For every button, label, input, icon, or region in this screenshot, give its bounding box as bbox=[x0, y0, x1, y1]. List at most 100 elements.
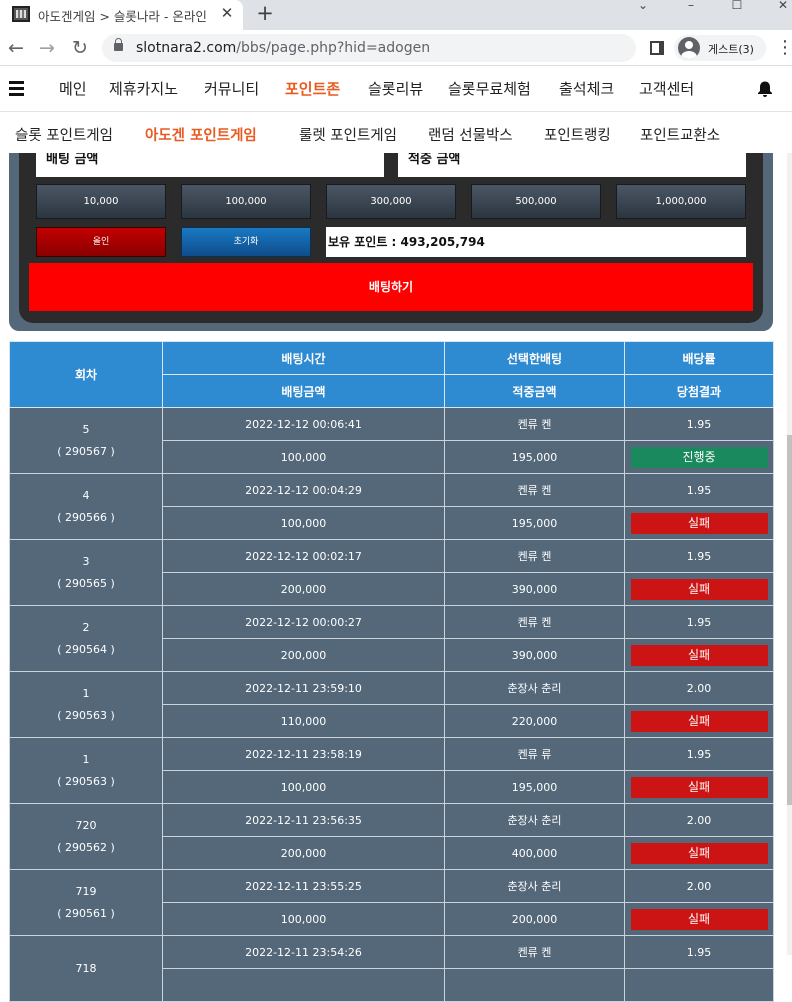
round-number: 4 bbox=[82, 488, 90, 502]
win-amount-cell: 400,000 bbox=[444, 836, 625, 870]
selected-bet-cell: 춘장사 춘리 bbox=[444, 803, 625, 837]
selected-bet-cell: 켄류 켄 bbox=[444, 935, 625, 969]
round-number: 1 bbox=[82, 752, 90, 766]
subnav-random-gift-box[interactable]: 랜덤 선물박스 bbox=[428, 124, 513, 145]
win-amount-cell: 195,000 bbox=[444, 770, 625, 804]
reload-icon[interactable]: ↻ bbox=[68, 36, 92, 60]
amount-button-1000000[interactable]: 1,000,000 bbox=[616, 184, 746, 219]
browser-tabstrip: 아도겐게임 > 슬롯나라 - 온라인 ✕ + ⌄ – ☐ ✕ bbox=[0, 0, 792, 30]
nav-item-community[interactable]: 커뮤니티 bbox=[204, 78, 259, 99]
selected-bet-cell: 켄류 류 bbox=[444, 737, 625, 771]
round-id: ( 290566 ) bbox=[57, 510, 115, 524]
win-amount-cell: 195,000 bbox=[444, 506, 625, 540]
address-bar[interactable]: slotnara2.com/bbs/page.php?hid=adogen bbox=[102, 34, 636, 62]
bell-icon[interactable] bbox=[756, 80, 774, 98]
odds-cell: 2.00 bbox=[624, 803, 774, 837]
round-cell: 2 ( 290564 ) bbox=[9, 605, 163, 672]
amount-button-10000[interactable]: 10,000 bbox=[36, 184, 166, 219]
subnav-roulette-point-game[interactable]: 룰렛 포인트게임 bbox=[299, 124, 397, 145]
site-favicon-icon bbox=[12, 6, 30, 22]
result-badge: 실패 bbox=[630, 512, 768, 534]
points-balance: 보유 포인트 : 493,205,794 bbox=[326, 227, 746, 257]
avatar-icon bbox=[678, 37, 700, 59]
subnav-adogen-point-game[interactable]: 아도겐 포인트게임 bbox=[145, 124, 257, 145]
table-row: 5 ( 290567 ) 2022-12-12 00:06:41 켄류 켄 1.95 bbox=[9, 407, 774, 474]
win-amount-cell: 390,000 bbox=[444, 572, 625, 606]
odds-cell: 1.95 bbox=[624, 473, 774, 507]
table-row: 1 ( 290563 ) 2022-12-11 23:58:19 켄류 류 1.95 bbox=[9, 737, 774, 804]
bet-amount-cell: 110,000 bbox=[162, 704, 445, 738]
minimize-icon[interactable]: – bbox=[676, 0, 706, 14]
tab-title: 아도겐게임 > 슬롯나라 - 온라인 bbox=[38, 9, 207, 24]
bet-amount-cell: 100,000 bbox=[162, 902, 445, 936]
selected-bet-cell: 춘장사 춘리 bbox=[444, 671, 625, 705]
bet-time-cell: 2022-12-11 23:58:19 bbox=[162, 737, 445, 771]
maximize-icon[interactable]: ☐ bbox=[722, 0, 752, 14]
amount-button-500000[interactable]: 500,000 bbox=[471, 184, 601, 219]
nav-item-free-slot[interactable]: 슬롯무료체험 bbox=[448, 78, 531, 99]
round-number: 720 bbox=[75, 818, 97, 832]
bet-time-cell: 2022-12-11 23:55:25 bbox=[162, 869, 445, 903]
page-scrollbar[interactable] bbox=[787, 153, 792, 955]
round-number: 2 bbox=[82, 620, 90, 634]
bet-time-cell: 2022-12-11 23:59:10 bbox=[162, 671, 445, 705]
odds-cell: 2.00 bbox=[624, 671, 774, 705]
subnav-point-exchange[interactable]: 포인트교환소 bbox=[640, 124, 720, 145]
close-window-icon[interactable]: ✕ bbox=[768, 0, 792, 14]
header-selected-bet: 선택한배팅 bbox=[444, 341, 625, 375]
bet-amount-field[interactable]: 배팅 금액 bbox=[36, 153, 384, 177]
result-badge: 실패 bbox=[630, 710, 768, 732]
result-badge: 실패 bbox=[630, 644, 768, 666]
round-id: ( 290567 ) bbox=[57, 444, 115, 458]
browser-tab[interactable]: 아도겐게임 > 슬롯나라 - 온라인 ✕ bbox=[0, 0, 243, 30]
back-icon[interactable]: ← bbox=[4, 36, 28, 60]
nav-item-point-zone[interactable]: 포인트존 bbox=[285, 78, 340, 99]
profile-button[interactable]: 게스트(3) bbox=[674, 35, 766, 61]
win-amount-cell: 220,000 bbox=[444, 704, 625, 738]
url-text[interactable]: slotnara2.com/bbs/page.php?hid=adogen bbox=[136, 40, 430, 56]
place-bet-button[interactable]: 배팅하기 bbox=[29, 263, 753, 311]
reset-button[interactable]: 초기화 bbox=[181, 227, 311, 257]
bet-time-cell: 2022-12-12 00:06:41 bbox=[162, 407, 445, 441]
nav-item-support[interactable]: 고객센터 bbox=[639, 78, 694, 99]
nav-item-attendance[interactable]: 출석체크 bbox=[559, 78, 614, 99]
side-panel-icon[interactable] bbox=[650, 41, 664, 55]
amount-button-300000[interactable]: 300,000 bbox=[326, 184, 456, 219]
round-cell: 1 ( 290563 ) bbox=[9, 737, 163, 804]
browser-menu-icon[interactable]: ⋮ bbox=[776, 36, 792, 60]
primary-nav: 메인 제휴카지노 커뮤니티 포인트존 슬롯리뷰 슬롯무료체험 출석체크 고객센터 bbox=[0, 67, 792, 112]
result-cell bbox=[624, 968, 774, 1002]
lock-icon[interactable] bbox=[114, 38, 123, 51]
hamburger-menu-icon[interactable] bbox=[9, 81, 24, 96]
bet-time-cell: 2022-12-12 00:00:27 bbox=[162, 605, 445, 639]
url-path: /bbs/page.php?hid=adogen bbox=[236, 40, 431, 56]
new-tab-button[interactable]: + bbox=[255, 2, 275, 24]
result-cell: 실패 bbox=[624, 638, 774, 672]
bet-history-body: 5( 290567 ) 2022-12-12 00:06:41 켄류 켄 1.95 10… bbox=[9, 407, 774, 1002]
forward-icon[interactable]: → bbox=[35, 36, 59, 60]
odds-cell: 1.95 bbox=[624, 935, 774, 969]
tab-close-icon[interactable]: ✕ bbox=[218, 4, 236, 22]
result-badge: 실패 bbox=[630, 578, 768, 600]
result-cell: 실패 bbox=[624, 902, 774, 936]
amount-button-100000[interactable]: 100,000 bbox=[181, 184, 311, 219]
nav-item-slot-review[interactable]: 슬롯리뷰 bbox=[368, 78, 423, 99]
all-in-button[interactable]: 올인 bbox=[36, 227, 166, 257]
nav-item-main[interactable]: 메인 bbox=[59, 78, 87, 99]
profile-name: 게스트(3) bbox=[708, 43, 754, 56]
bet-history-table: 회차 배팅시간 선택한배팅 배당률 배팅금액 적중금액 당첨결과 5 ( 2905… bbox=[9, 341, 774, 1002]
header-round: 회차 bbox=[9, 341, 163, 408]
result-cell: 실패 bbox=[624, 770, 774, 804]
table-row: 720 ( 290562 ) 2022-12-11 23:56:35 춘장사 춘리 2.… bbox=[9, 803, 774, 870]
header-odds: 배당률 bbox=[624, 341, 774, 375]
subnav-slot-point-game[interactable]: 슬롯 포인트게임 bbox=[15, 124, 113, 145]
round-cell: 4 ( 290566 ) bbox=[9, 473, 163, 540]
tab-search-icon[interactable]: ⌄ bbox=[628, 0, 658, 14]
odds-cell: 1.95 bbox=[624, 737, 774, 771]
win-amount-cell: 390,000 bbox=[444, 638, 625, 672]
nav-item-partner-casino[interactable]: 제휴카지노 bbox=[109, 78, 178, 99]
subnav-point-ranking[interactable]: 포인트랭킹 bbox=[544, 124, 611, 145]
url-host: slotnara2.com bbox=[136, 40, 237, 56]
scrollbar-thumb[interactable] bbox=[787, 435, 792, 805]
bet-panel: 배팅 금액 적중 금액 10,000 100,000 300,000 500,0… bbox=[9, 153, 773, 331]
